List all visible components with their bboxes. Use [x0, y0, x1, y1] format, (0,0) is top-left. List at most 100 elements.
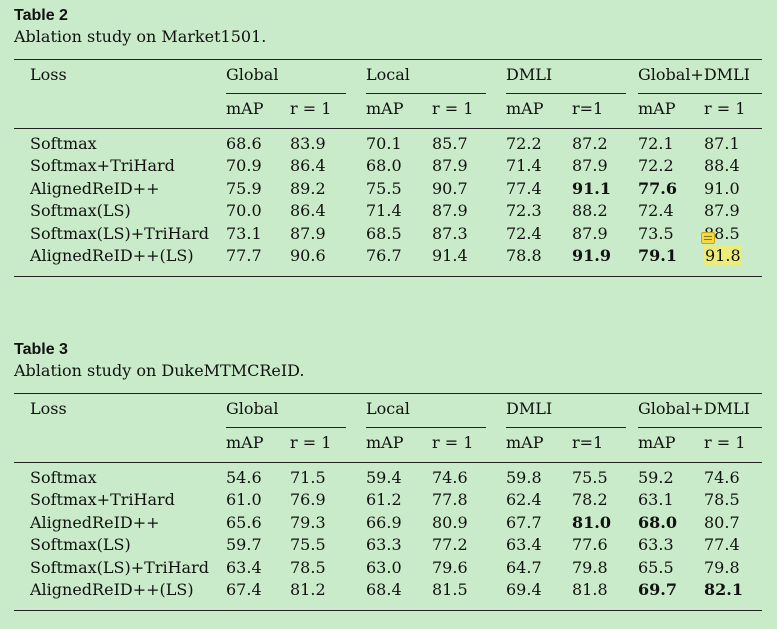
table-cell: 78.2: [572, 490, 608, 510]
row-loss-label: AlignedReID++(LS): [30, 246, 194, 265]
row-loss-label: Softmax+TriHard: [30, 156, 175, 176]
table-cell: 73.1: [226, 223, 262, 243]
table-cell: 71.4: [506, 156, 542, 176]
table-cell: 65.5: [638, 557, 674, 577]
table-cell: 79.3: [290, 512, 326, 532]
sticky-note-icon[interactable]: [701, 232, 715, 244]
row-loss-label: Softmax+TriHard: [30, 490, 175, 510]
table-cell: 70.1: [366, 134, 402, 153]
table-cell: 59.7: [226, 535, 262, 555]
table-cell: 90.7: [432, 178, 468, 198]
table-2: Table 2 Ablation study on Market1501. Lo…: [14, 6, 762, 277]
table-cell: 75.5: [290, 535, 326, 555]
table-cell: 73.5: [638, 223, 674, 243]
table-cell: 77.6: [638, 178, 677, 198]
highlighted-value[interactable]: 91.8: [701, 232, 742, 265]
table-cell: 74.6: [704, 468, 740, 487]
table-cell: 71.5: [290, 468, 326, 487]
table-cell: 68.6: [226, 134, 262, 153]
column-subheader: r=1: [572, 99, 604, 118]
table-cell: 81.0: [572, 512, 611, 532]
group-header: Global+DMLI: [638, 65, 750, 84]
table-cell: 59.8: [506, 468, 542, 487]
table-cell: 87.2: [572, 134, 608, 153]
column-subheader: r = 1: [432, 433, 474, 452]
row-loss-label: Softmax: [30, 468, 97, 487]
table-cell: 87.9: [704, 201, 740, 221]
table-cell: 68.4: [366, 580, 402, 599]
top-rule: [14, 59, 762, 60]
bottom-rule: [14, 276, 762, 277]
table-cell: 75.5: [572, 468, 608, 487]
top-rule: [14, 393, 762, 394]
table-body: Loss Global Local DMLI Global+DMLI mAP r = 1 mA…: [14, 54, 762, 294]
column-subheader: mAP: [506, 433, 544, 452]
column-subheader: r = 1: [704, 99, 746, 118]
group-header: Global: [226, 65, 279, 84]
group-rule: [366, 93, 486, 94]
table-label: Table 3: [14, 341, 68, 358]
table-cell: 91.1: [572, 178, 611, 198]
table-cell: 72.4: [506, 223, 542, 243]
group-header: Global+DMLI: [638, 399, 750, 418]
table-label: Table 2: [14, 7, 68, 24]
group-rule: [226, 93, 346, 94]
group-rule: [638, 427, 762, 428]
table-cell: 68.0: [638, 512, 677, 532]
column-subheader: mAP: [366, 433, 404, 452]
table-cell: 78.8: [506, 246, 542, 265]
loss-header: Loss: [30, 65, 67, 84]
row-loss-label: AlignedReID++(LS): [30, 580, 194, 599]
table-cell: 79.8: [572, 557, 608, 577]
table-cell: 87.9: [572, 156, 608, 176]
row-loss-label: Softmax(LS)+TriHard: [30, 557, 209, 577]
table-cell: 86.4: [290, 156, 326, 176]
table-cell: 76.9: [290, 490, 326, 510]
group-header: Local: [366, 65, 410, 84]
table-cell: 87.9: [572, 223, 608, 243]
table-cell: 74.6: [432, 468, 468, 487]
loss-header: Loss: [30, 399, 67, 418]
column-subheader: mAP: [506, 99, 544, 118]
group-rule: [506, 427, 626, 428]
group-header: Global: [226, 399, 279, 418]
table-cell: 87.9: [290, 223, 326, 243]
column-subheader: r = 1: [432, 99, 474, 118]
table-cell: 80.7: [704, 512, 740, 532]
table-cell: 63.3: [638, 535, 674, 555]
table-cell: 69.4: [506, 580, 542, 599]
column-subheader: r = 1: [704, 433, 746, 452]
table-cell: 69.7: [638, 580, 677, 599]
table-cell: 70.9: [226, 156, 262, 176]
table-cell: 78.5: [704, 490, 740, 510]
table-cell: 77.7: [226, 246, 262, 265]
table-cell: 80.9: [432, 512, 468, 532]
table-cell: 72.4: [638, 201, 674, 221]
table-cell: 68.5: [366, 223, 402, 243]
column-subheader: mAP: [226, 99, 264, 118]
table-cell: 91.9: [572, 246, 611, 265]
table-cell: 87.1: [704, 134, 740, 153]
table-cell: 76.7: [366, 246, 402, 265]
table-cell: 75.5: [366, 178, 402, 198]
table-cell: 63.0: [366, 557, 402, 577]
group-header: DMLI: [506, 399, 553, 418]
group-rule: [638, 93, 762, 94]
table-cell: 65.6: [226, 512, 262, 532]
table-cell: 54.6: [226, 468, 262, 487]
group-header: Local: [366, 399, 410, 418]
table-cell: 64.7: [506, 557, 542, 577]
table-cell: 63.4: [506, 535, 542, 555]
table-cell: 71.4: [366, 201, 402, 221]
table-cell: 79.8: [704, 557, 740, 577]
table-cell: 91.8: [701, 232, 742, 266]
table-cell: 62.4: [506, 490, 542, 510]
group-rule: [366, 427, 486, 428]
table-cell: 81.5: [432, 580, 468, 599]
highlighted-text: 91.8: [705, 246, 741, 265]
row-loss-label: Softmax(LS)+TriHard: [30, 223, 209, 243]
bottom-rule: [14, 610, 762, 611]
table-cell: 78.5: [290, 557, 326, 577]
row-loss-label: Softmax(LS): [30, 535, 131, 555]
table-cell: 77.6: [572, 535, 608, 555]
